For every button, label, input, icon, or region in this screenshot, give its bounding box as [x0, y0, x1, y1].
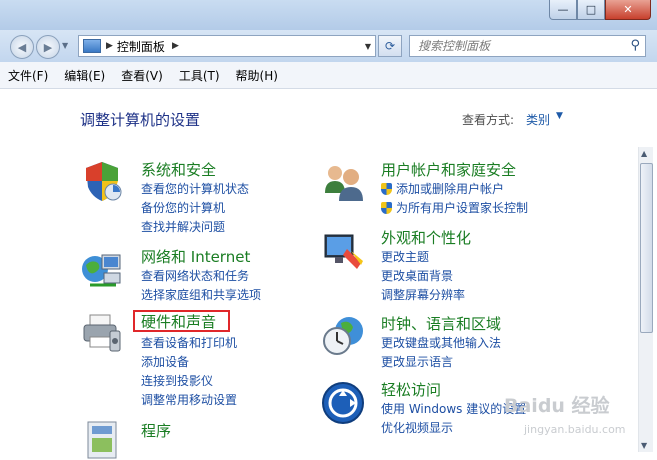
navigation-bar: ◀ ▶ ▼ ▶ 控制面板 ▶ ▼ ⟳ ⚲: [0, 30, 657, 62]
menu-view[interactable]: 查看(V): [113, 67, 171, 84]
scrollbar-thumb[interactable]: [640, 163, 653, 333]
clock-globe-icon[interactable]: [321, 313, 365, 357]
control-panel-icon: [83, 39, 101, 53]
maximize-icon: □: [585, 3, 597, 16]
monitor-paint-icon[interactable]: [321, 229, 365, 273]
view-by-dropdown[interactable]: 类别: [526, 111, 550, 128]
menu-tools[interactable]: 工具(T): [171, 67, 228, 84]
link-add-device[interactable]: 添加设备: [141, 353, 189, 370]
scroll-up-icon[interactable]: ▲: [641, 149, 647, 158]
printer-icon[interactable]: [80, 311, 124, 355]
refresh-button[interactable]: ⟳: [378, 35, 402, 57]
uac-shield-icon: [381, 183, 392, 195]
forward-arrow-icon: ▶: [43, 40, 53, 54]
search-box[interactable]: ⚲: [409, 35, 646, 57]
menu-edit[interactable]: 编辑(E): [56, 67, 113, 84]
link-screen-resolution[interactable]: 调整屏幕分辨率: [381, 286, 465, 303]
link-parental-controls[interactable]: 为所有用户设置家长控制: [381, 199, 528, 216]
view-by-label: 查看方式:: [462, 113, 515, 127]
link-text: 添加或删除用户帐户: [396, 182, 505, 196]
breadcrumb-chevron-icon[interactable]: ▶: [106, 41, 113, 51]
link-network-status[interactable]: 查看网络状态和任务: [141, 267, 249, 284]
watermark-url: jingyan.baidu.com: [524, 423, 626, 436]
minimize-button[interactable]: —: [549, 0, 577, 20]
highlight-box: [133, 310, 230, 332]
programs-icon[interactable]: [80, 416, 124, 460]
address-bar[interactable]: ▶ 控制面板 ▶ ▼: [78, 35, 376, 57]
link-mobility-settings[interactable]: 调整常用移动设置: [141, 391, 237, 408]
title-bar: — □ ✕: [0, 0, 657, 30]
category-user-accounts[interactable]: 用户帐户和家庭安全: [381, 159, 516, 180]
menu-file[interactable]: 文件(F): [0, 67, 56, 84]
close-icon: ✕: [623, 3, 633, 16]
link-add-remove-users[interactable]: 添加或删除用户帐户: [381, 180, 504, 197]
category-system-security[interactable]: 系统和安全: [141, 159, 216, 180]
link-troubleshoot[interactable]: 查找并解决问题: [141, 218, 225, 235]
refresh-icon: ⟳: [384, 39, 396, 53]
category-programs[interactable]: 程序: [141, 420, 171, 441]
link-view-computer-status[interactable]: 查看您的计算机状态: [141, 180, 249, 197]
link-keyboard-input[interactable]: 更改键盘或其他输入法: [381, 334, 501, 351]
network-globe-icon[interactable]: [80, 247, 124, 291]
menu-bar: 文件(F) 编辑(E) 查看(V) 工具(T) 帮助(H): [0, 62, 657, 89]
window-controls: — □ ✕: [549, 0, 651, 20]
scroll-down-icon[interactable]: ▼: [641, 441, 647, 450]
link-homegroup-sharing[interactable]: 选择家庭组和共享选项: [141, 286, 261, 303]
breadcrumb-chevron-icon[interactable]: ▶: [172, 41, 179, 51]
history-dropdown-icon[interactable]: ▼: [62, 41, 68, 50]
link-display-language[interactable]: 更改显示语言: [381, 353, 453, 370]
link-optimize-display[interactable]: 优化视频显示: [381, 419, 453, 436]
page-title: 调整计算机的设置: [80, 111, 201, 129]
back-button[interactable]: ◀: [10, 35, 34, 59]
category-clock-language[interactable]: 时钟、语言和区域: [381, 313, 501, 334]
close-button[interactable]: ✕: [605, 0, 651, 20]
link-devices-printers[interactable]: 查看设备和打印机: [141, 334, 237, 351]
maximize-button[interactable]: □: [577, 0, 605, 20]
menu-help[interactable]: 帮助(H): [228, 67, 286, 84]
category-ease-of-access[interactable]: 轻松访问: [381, 379, 441, 400]
back-arrow-icon: ◀: [17, 40, 27, 54]
minimize-icon: —: [557, 3, 569, 16]
category-network-internet[interactable]: 网络和 Internet: [141, 246, 250, 267]
search-icon[interactable]: ⚲: [630, 38, 640, 53]
link-change-theme[interactable]: 更改主题: [381, 248, 429, 265]
watermark-logo: Baidu 经验: [504, 395, 610, 417]
chevron-down-icon[interactable]: ▼: [556, 111, 563, 121]
uac-shield-icon: [381, 202, 392, 214]
main-content: 调整计算机的设置 查看方式: 类别 ▼ 系统和安全 查看您的计算机状态 备份您的…: [0, 89, 657, 460]
link-text: 为所有用户设置家长控制: [396, 201, 529, 215]
shield-icon[interactable]: [80, 159, 124, 203]
link-connect-projector[interactable]: 连接到投影仪: [141, 372, 213, 389]
category-appearance[interactable]: 外观和个性化: [381, 227, 471, 248]
vertical-scrollbar[interactable]: ▲ ▼: [638, 147, 653, 452]
link-backup-computer[interactable]: 备份您的计算机: [141, 199, 225, 216]
address-dropdown-icon[interactable]: ▼: [365, 42, 371, 51]
link-desktop-background[interactable]: 更改桌面背景: [381, 267, 453, 284]
ease-of-access-icon[interactable]: [321, 381, 365, 425]
forward-button[interactable]: ▶: [36, 35, 60, 59]
search-input[interactable]: [416, 36, 620, 56]
breadcrumb-control-panel[interactable]: 控制面板: [117, 38, 165, 55]
users-icon[interactable]: [321, 159, 365, 203]
